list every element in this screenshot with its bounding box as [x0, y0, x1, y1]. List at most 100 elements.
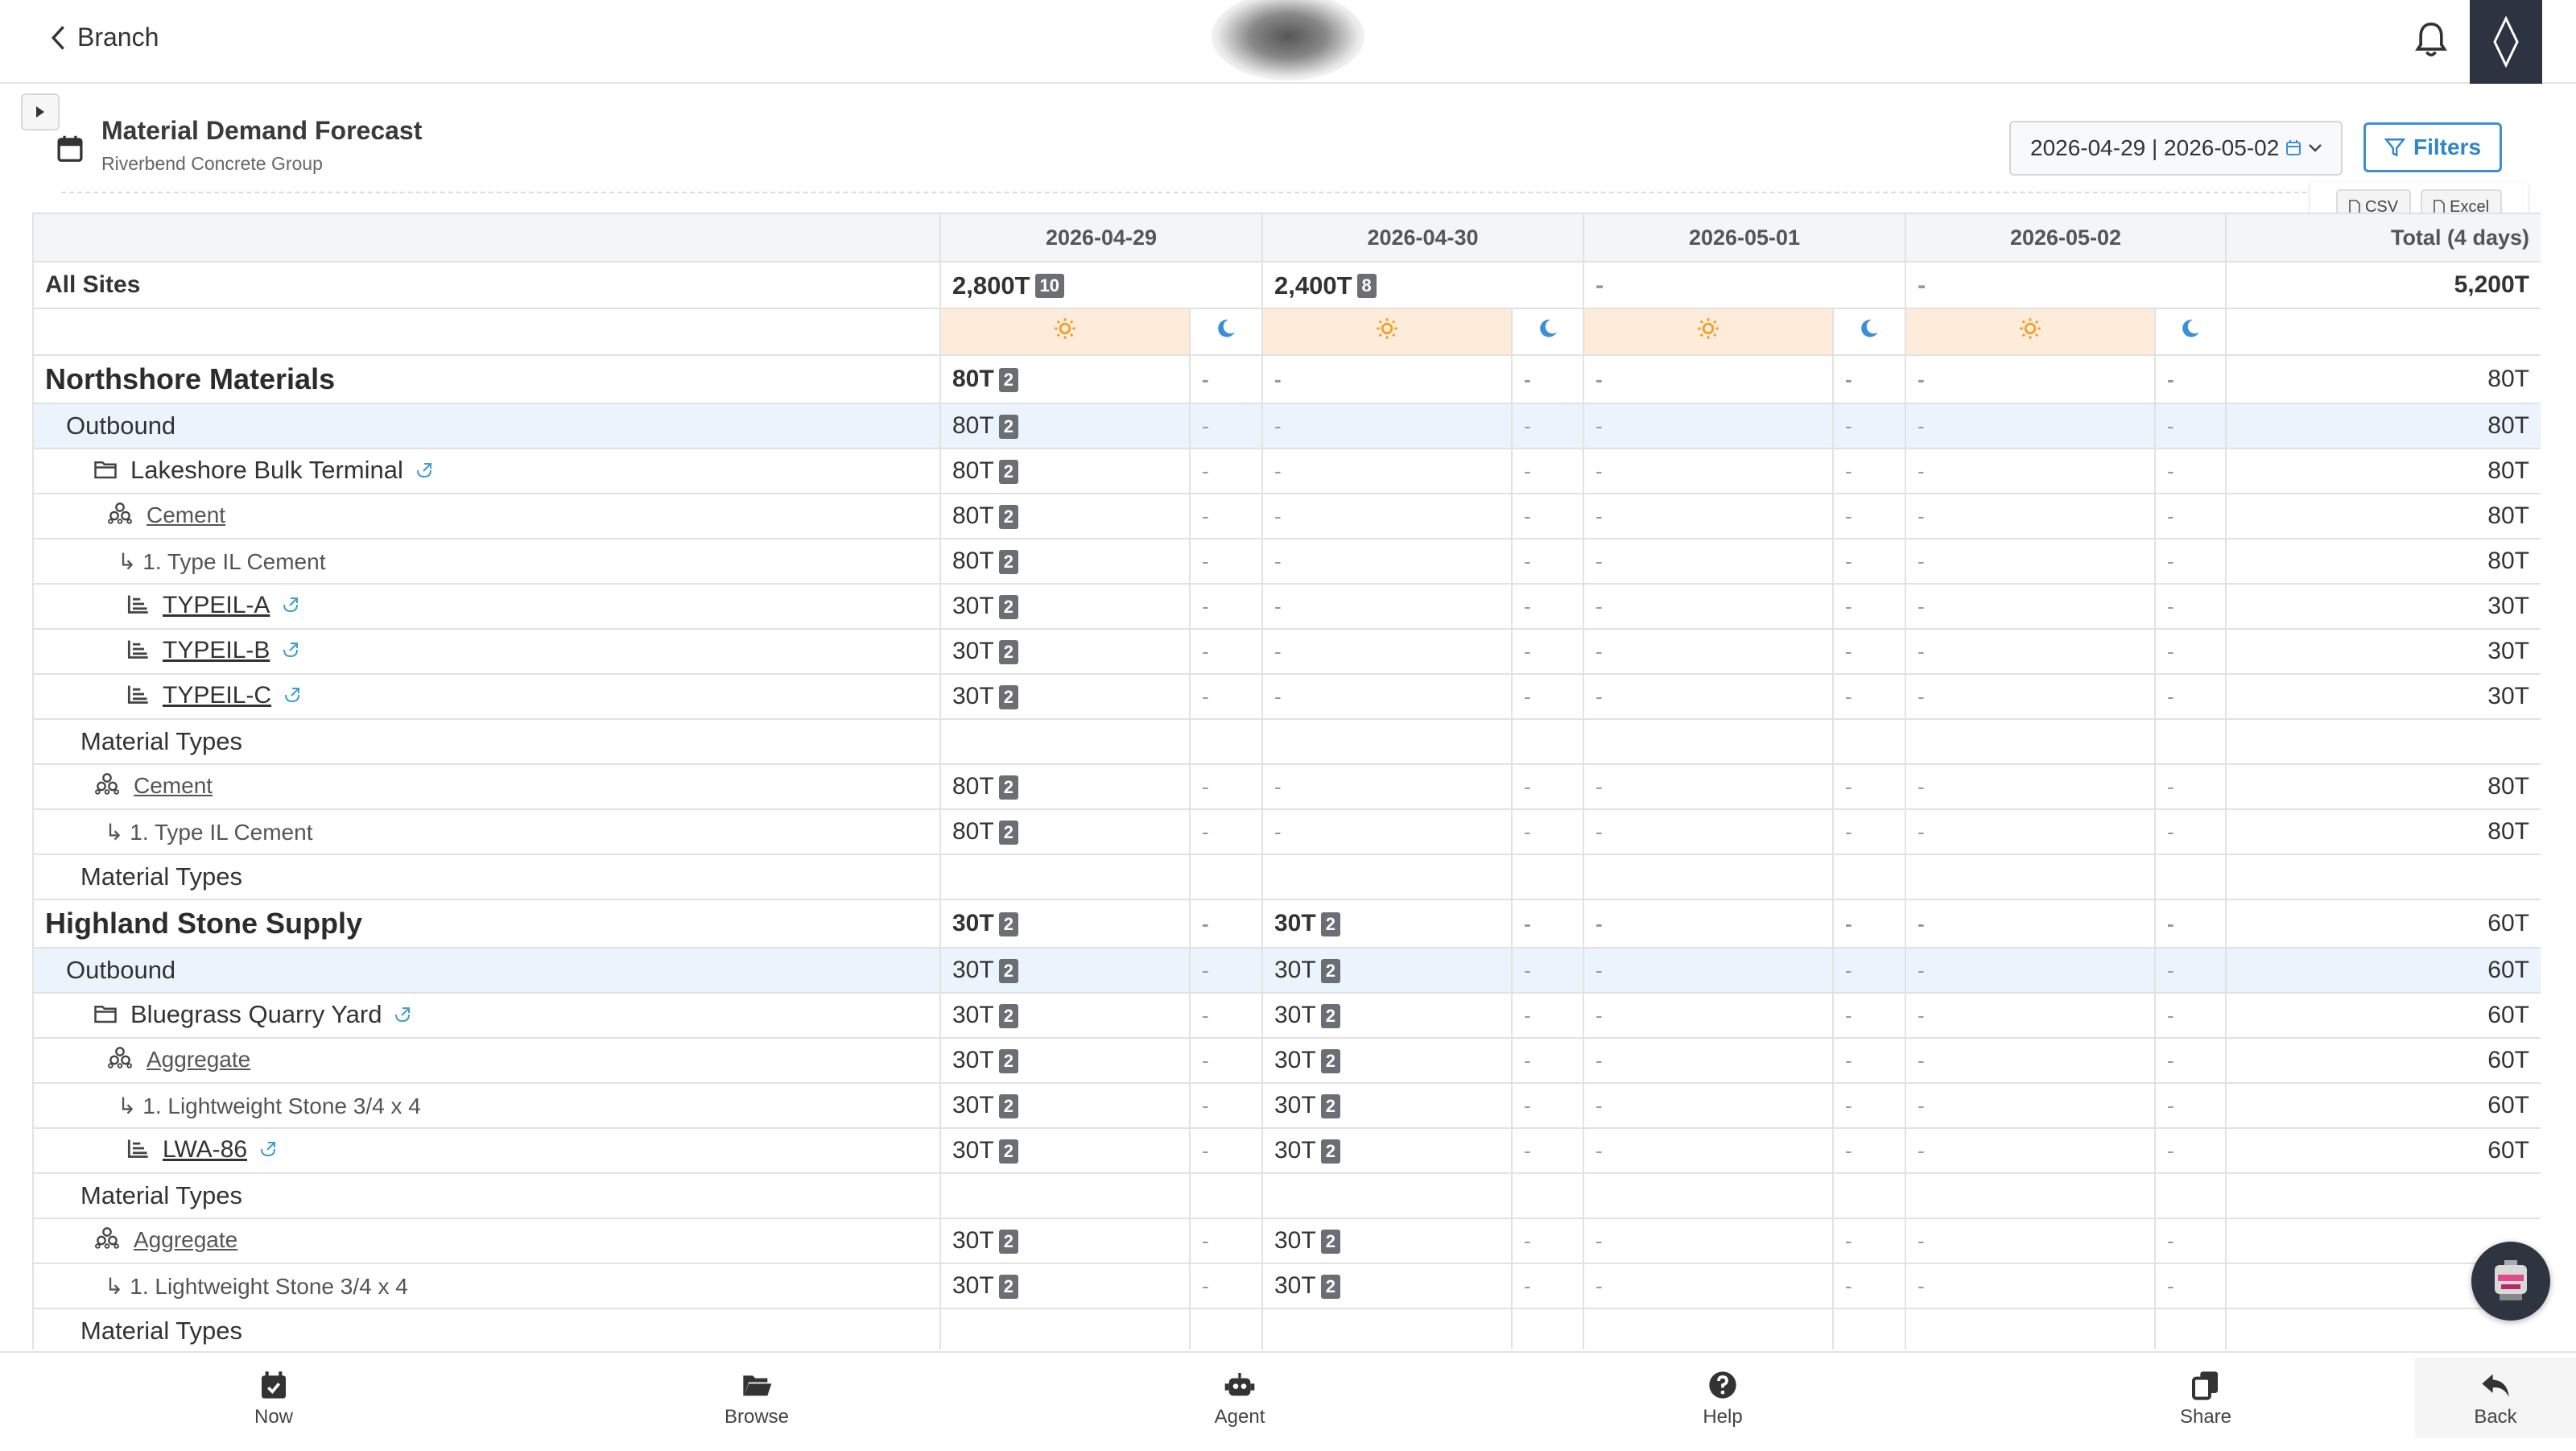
day-value-cell: - [1583, 763, 1834, 810]
night-value-cell: - [1511, 538, 1584, 585]
date-header[interactable]: 2026-05-01 [1583, 213, 1906, 263]
day-value-cell: - [1583, 538, 1834, 585]
date-header[interactable]: 2026-04-29 [939, 213, 1263, 263]
row-label-text: Material Types [80, 1317, 243, 1345]
row-label-cell: Material Types [32, 1308, 941, 1350]
day-value-cell: 30T 2 [939, 899, 1191, 949]
night-value-cell: - [1832, 673, 1906, 720]
night-shift-cell [1189, 308, 1263, 356]
day-value-cell: 30T 2 [939, 1037, 1191, 1084]
quantity-value: 30T [1274, 1002, 1316, 1029]
nav-help[interactable]: Help [1642, 1369, 1803, 1428]
order-count-badge: 2 [998, 639, 1018, 664]
day-shift-cell [1583, 308, 1834, 356]
calendar-check-icon [262, 1371, 286, 1399]
external-link-icon[interactable] [281, 593, 300, 621]
sidebar-toggle-button[interactable] [21, 93, 60, 130]
day-value-cell: - [1905, 947, 2156, 994]
row-label-cell: Aggregate [32, 1037, 941, 1084]
row-label-link[interactable]: Cement [147, 502, 225, 527]
material-subtype-row: ↳ 1. Type IL Cement 80T 2- - - - - - -80T [32, 538, 2541, 585]
night-value-cell: - [1511, 763, 1584, 810]
day-value-cell: - [1583, 1127, 1834, 1174]
day-shift-cell [1261, 308, 1513, 356]
sun-icon [1377, 318, 1397, 339]
row-label-link[interactable]: LWA-86 [163, 1136, 247, 1163]
external-link-icon[interactable] [281, 639, 300, 666]
quantity-value: 30T [952, 1227, 994, 1255]
assistant-fab-button[interactable] [2471, 1242, 2550, 1321]
app-logo[interactable] [2470, 0, 2542, 84]
order-count-badge: 2 [998, 775, 1018, 800]
site-folder-icon [93, 1003, 118, 1031]
night-value-cell [1832, 718, 1906, 765]
row-label-link[interactable]: Aggregate [147, 1047, 250, 1072]
day-value-cell: - [1261, 538, 1513, 585]
nav-agent-label: Agent [1214, 1406, 1265, 1428]
quantity-value: 80T [952, 502, 994, 530]
row-total-cell: 30T [2225, 673, 2541, 720]
night-value-cell [1189, 1172, 1263, 1219]
row-label-link[interactable]: TYPEIL-B [163, 637, 270, 663]
row-label-cell: Lakeshore Bulk Terminal [32, 448, 941, 494]
night-value-cell: - [1189, 583, 1263, 630]
nav-browse[interactable]: Browse [676, 1369, 837, 1428]
quantity-value: 80T [952, 773, 994, 800]
night-value-cell: - [1832, 992, 1906, 1039]
external-link-icon[interactable] [415, 459, 434, 486]
day-value-cell: - [1905, 1127, 2156, 1174]
material-types-section-row: Material Types [32, 1308, 2541, 1350]
day-value-cell: 80T 2 [939, 538, 1191, 585]
nav-agent[interactable]: Agent [1159, 1369, 1320, 1428]
day-value-cell [1583, 1308, 1834, 1350]
date-header[interactable]: 2026-04-30 [1261, 213, 1584, 263]
day-value-cell: - [1905, 448, 2156, 494]
nav-now[interactable]: Now [193, 1369, 354, 1428]
all-sites-grand-total: 5,200T [2225, 261, 2541, 309]
day-value-cell: - [1905, 1082, 2156, 1129]
day-value-cell: - [1905, 538, 2156, 585]
quantity-value: 80T [952, 457, 994, 485]
material-cluster-icon [93, 772, 121, 801]
robot-avatar-icon [2495, 1260, 2527, 1300]
night-value-cell: - [1832, 1217, 1906, 1264]
row-label-link[interactable]: Aggregate [134, 1227, 237, 1252]
forecast-table-container[interactable]: 2026-04-29 2026-04-30 2026-05-01 2026-05… [32, 213, 2541, 1350]
date-header[interactable]: 2026-05-02 [1905, 213, 2227, 263]
day-value-cell [1261, 718, 1513, 765]
order-count-badge: 2 [998, 459, 1018, 484]
external-link-icon[interactable] [258, 1138, 278, 1165]
material-type-category-row: Cement 80T 2- - - - - - -80T [32, 763, 2541, 810]
row-label-link[interactable]: Cement [134, 773, 213, 798]
quantity-value: 30T [952, 1137, 994, 1164]
day-value-cell: - [1905, 808, 2156, 855]
order-count-badge: 2 [998, 1229, 1018, 1254]
row-label-link[interactable]: TYPEIL-A [163, 592, 270, 618]
date-range-picker[interactable]: 2026-04-29 | 2026-05-02 [2009, 121, 2343, 176]
night-value-cell [1189, 718, 1263, 765]
external-link-icon[interactable] [393, 1003, 412, 1031]
day-value-cell [1905, 854, 2156, 900]
night-value-cell: - [1189, 1127, 1263, 1174]
moon-icon [1861, 319, 1878, 337]
night-value-cell: - [1832, 808, 1906, 855]
filters-button[interactable]: Filters [2363, 122, 2502, 172]
day-value-cell: - [1583, 947, 1834, 994]
site-row: Lakeshore Bulk Terminal 80T 2- - - - - - -80T [32, 448, 2541, 494]
night-value-cell: - [1832, 403, 1906, 449]
quantity-value: 30T [1274, 1227, 1316, 1255]
row-label-text: ↳ 1. Type IL Cement [118, 548, 326, 574]
nav-back[interactable]: Back [2415, 1358, 2576, 1438]
nav-share[interactable]: Share [2125, 1369, 2286, 1428]
nav-help-label: Help [1703, 1406, 1743, 1428]
material-category-row: Aggregate 30T 2-30T 2- - - - -60T [32, 1037, 2541, 1084]
row-label-link[interactable]: TYPEIL-C [163, 682, 271, 709]
external-link-icon[interactable] [283, 684, 302, 711]
row-label-cell: Highland Stone Supply [32, 899, 941, 949]
back-to-branch-link[interactable]: Branch [48, 23, 159, 52]
total-header[interactable]: Total (4 days) [2225, 213, 2541, 263]
moon-icon [1218, 319, 1235, 337]
quantity-value: 30T [1274, 1272, 1316, 1300]
bell-icon[interactable] [2413, 21, 2449, 60]
night-value-cell [2154, 854, 2227, 900]
